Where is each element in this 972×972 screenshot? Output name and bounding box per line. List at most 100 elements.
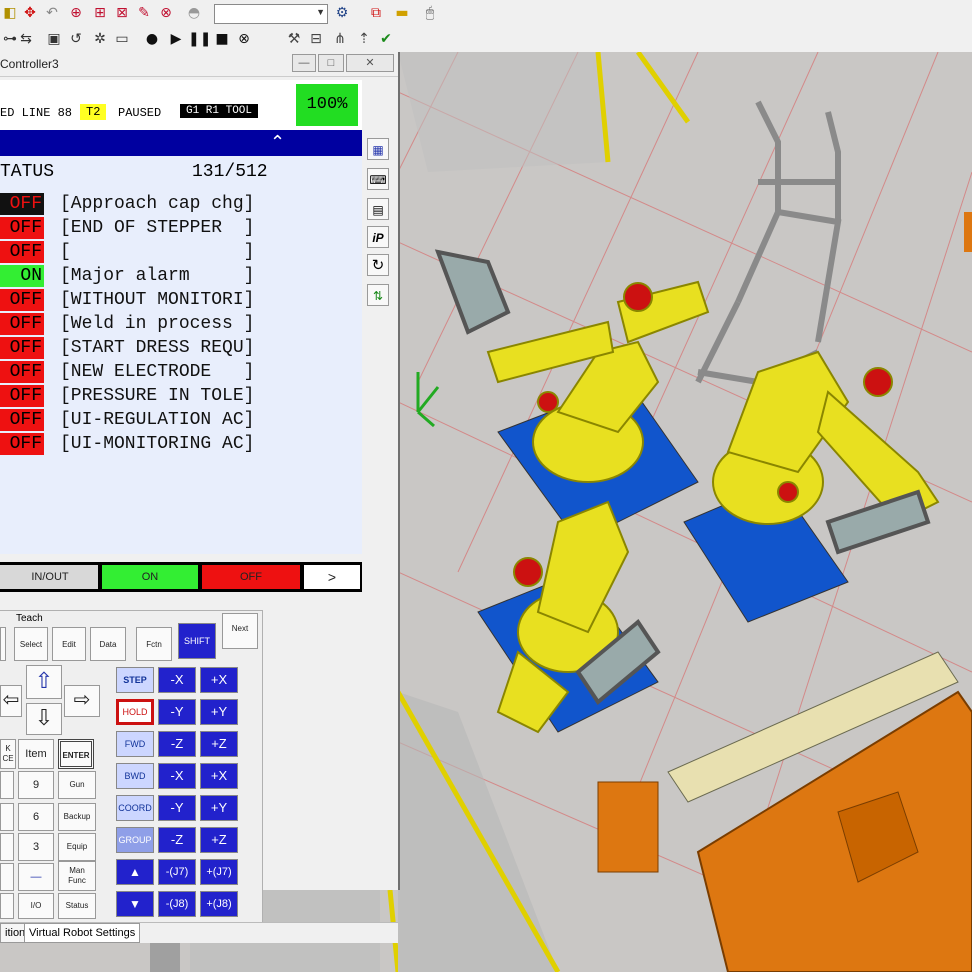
- pause-icon[interactable]: ❚❚: [188, 29, 211, 49]
- io-state-badge[interactable]: OFF: [0, 433, 44, 455]
- fixture-icon[interactable]: ⚒: [284, 29, 304, 49]
- robot-add-icon[interactable]: ⊕: [66, 3, 86, 23]
- key-prev[interactable]: [0, 627, 6, 661]
- key-disp[interactable]: [0, 893, 14, 919]
- refresh-icon[interactable]: ↻: [367, 254, 389, 276]
- speed-up-icon[interactable]: ▲: [116, 859, 154, 885]
- teach-pendant-icon[interactable]: ⚙: [332, 3, 352, 23]
- mouse-icon[interactable]: 🖱: [420, 3, 440, 23]
- io-state-badge[interactable]: OFF: [0, 193, 44, 215]
- table-row[interactable]: OFF [START DRESS REQU]: [0, 336, 362, 360]
- io-state-badge[interactable]: OFF: [0, 409, 44, 431]
- key-2[interactable]: [0, 833, 14, 861]
- close-button[interactable]: ✕: [346, 54, 394, 72]
- maximize-button[interactable]: □: [318, 54, 344, 72]
- hide-icon[interactable]: ⊗: [156, 3, 176, 23]
- jog-minus-rx-button[interactable]: -X: [158, 763, 196, 789]
- jog-plus-z-button[interactable]: +Z: [200, 731, 238, 757]
- workcell-3d-view[interactable]: [398, 52, 972, 972]
- dash-button[interactable]: —: [18, 863, 54, 891]
- hold-button[interactable]: HOLD: [116, 699, 154, 725]
- bwd-button[interactable]: BWD: [116, 763, 154, 789]
- fkey-next[interactable]: >: [304, 565, 360, 589]
- io-state-badge[interactable]: OFF: [0, 361, 44, 383]
- keypad-icon[interactable]: ▦: [367, 138, 389, 160]
- fkey-inout[interactable]: IN/OUT: [2, 565, 98, 589]
- keyboard-icon[interactable]: ⌨: [367, 168, 389, 190]
- robot-add-icon[interactable]: ⊞: [90, 3, 110, 23]
- program-icon[interactable]: ⇆: [16, 29, 36, 49]
- console-icon[interactable]: ▭: [112, 29, 132, 49]
- view-combo[interactable]: ▼: [214, 4, 328, 24]
- jog-minus-y-button[interactable]: -Y: [158, 699, 196, 725]
- robot-remove-icon[interactable]: ⊠: [112, 3, 132, 23]
- snap-icon[interactable]: ◧: [0, 3, 20, 23]
- note-icon[interactable]: ▬: [392, 3, 412, 23]
- fkey-off[interactable]: OFF: [202, 565, 300, 589]
- arrow-right-icon[interactable]: ⇨: [64, 685, 100, 717]
- step-button[interactable]: STEP: [116, 667, 154, 693]
- jog-minus-rz-button[interactable]: -Z: [158, 827, 196, 853]
- gun-button[interactable]: Gun: [58, 771, 96, 799]
- table-row[interactable]: OFF [PRESSURE IN TOLE]: [0, 384, 362, 408]
- multi-window-icon[interactable]: ⧉: [366, 3, 386, 23]
- check-icon[interactable]: ✔: [376, 29, 396, 49]
- status-button[interactable]: Status: [58, 893, 96, 919]
- stop-icon[interactable]: ■: [212, 29, 232, 49]
- jog-plus-j7-button[interactable]: +(J7): [200, 859, 238, 885]
- jog-minus-ry-button[interactable]: -Y: [158, 795, 196, 821]
- move-icon[interactable]: ✥: [20, 3, 40, 23]
- jog-plus-x-button[interactable]: +X: [200, 667, 238, 693]
- minimize-button[interactable]: —: [292, 54, 316, 72]
- cycle-icon[interactable]: ↺: [66, 29, 86, 49]
- table-row[interactable]: OFF [Weld in process ]: [0, 312, 362, 336]
- table-row[interactable]: OFF [UI-REGULATION AC]: [0, 408, 362, 432]
- upload-icon[interactable]: ⇡: [354, 29, 374, 49]
- play-icon[interactable]: ▶: [166, 29, 186, 49]
- table-row[interactable]: OFF [Approach cap chg]: [0, 192, 362, 216]
- table-row[interactable]: OFF [NEW ELECTRODE ]: [0, 360, 362, 384]
- select-button[interactable]: Select: [14, 627, 48, 661]
- jog-plus-ry-button[interactable]: +Y: [200, 795, 238, 821]
- key-dot[interactable]: [0, 863, 14, 891]
- signals-icon[interactable]: ⋔: [330, 29, 350, 49]
- table-row[interactable]: ON [Major alarm ]: [0, 264, 362, 288]
- io-icon[interactable]: ⊟: [306, 29, 326, 49]
- jog-minus-j7-button[interactable]: -(J7): [158, 859, 196, 885]
- equip-button[interactable]: Equip: [58, 833, 96, 861]
- data-button[interactable]: Data: [90, 627, 126, 661]
- fkey-on[interactable]: ON: [102, 565, 198, 589]
- coord-button[interactable]: COORD: [116, 795, 154, 821]
- jog-plus-j8-button[interactable]: +(J8): [200, 891, 238, 917]
- io-button[interactable]: I/O: [18, 893, 54, 919]
- chevron-up-icon[interactable]: ⌃: [270, 132, 285, 153]
- table-row[interactable]: OFF [UI-MONITORING AC]: [0, 432, 362, 456]
- arrow-left-icon[interactable]: ⇦: [0, 685, 22, 717]
- table-row[interactable]: OFF [END OF STEPPER ]: [0, 216, 362, 240]
- item-button[interactable]: Item: [18, 739, 54, 769]
- io-state-badge[interactable]: OFF: [0, 337, 44, 359]
- key-9[interactable]: 9: [18, 771, 54, 799]
- key-6[interactable]: 6: [18, 803, 54, 831]
- ipendant-icon[interactable]: iP: [367, 226, 389, 248]
- edit-button[interactable]: Edit: [52, 627, 86, 661]
- backup-button[interactable]: Backup: [58, 803, 96, 831]
- io-state-badge[interactable]: OFF: [0, 217, 44, 239]
- jog-plus-y-button[interactable]: +Y: [200, 699, 238, 725]
- group-button[interactable]: GROUP: [116, 827, 154, 853]
- abort-icon[interactable]: ⊗: [234, 29, 254, 49]
- jog-plus-rz-button[interactable]: +Z: [200, 827, 238, 853]
- record-icon[interactable]: ●: [142, 29, 162, 49]
- pendant-icon[interactable]: ▣: [44, 29, 64, 49]
- jog-minus-z-button[interactable]: -Z: [158, 731, 196, 757]
- fctn-button[interactable]: Fctn: [136, 627, 172, 661]
- view-icon[interactable]: ◓: [184, 3, 204, 23]
- tab-virtual-robot-settings[interactable]: Virtual Robot Settings: [24, 923, 141, 943]
- jog-plus-rx-button[interactable]: +X: [200, 763, 238, 789]
- io-state-badge[interactable]: OFF: [0, 313, 44, 335]
- speed-down-icon[interactable]: ▼: [116, 891, 154, 917]
- window-titlebar[interactable]: Controller3 — □ ✕: [0, 52, 398, 77]
- jog-minus-j8-button[interactable]: -(J8): [158, 891, 196, 917]
- robot-icon[interactable]: ✲: [90, 29, 110, 49]
- undo-icon[interactable]: ↶: [42, 3, 62, 23]
